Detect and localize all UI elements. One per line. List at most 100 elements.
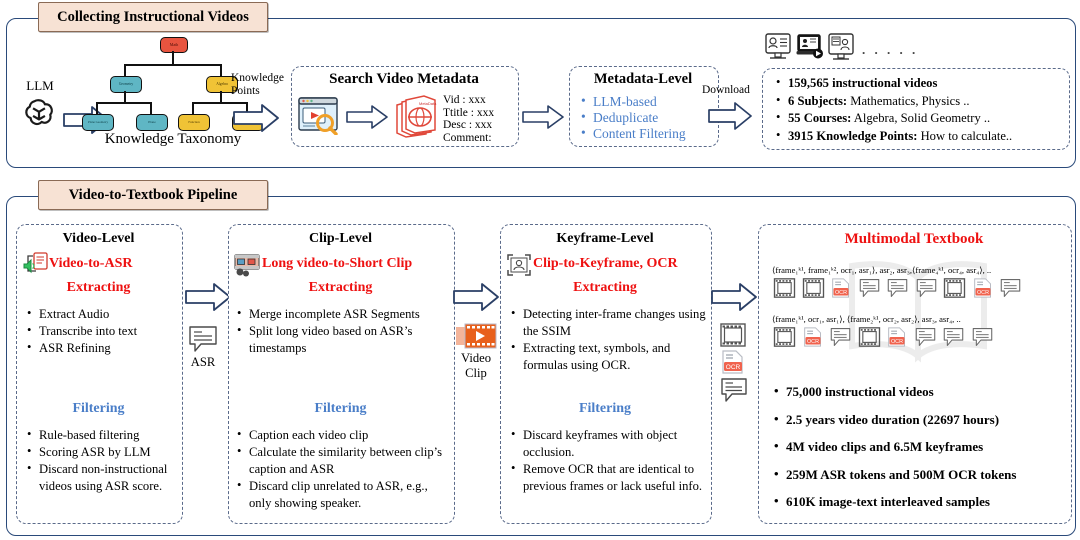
dataset-stat-item: 159,565 instructional videos bbox=[775, 74, 1067, 93]
extracting-item: Detecting inter-frame changes using the … bbox=[510, 305, 706, 340]
extracting-list-keyframe-level: Detecting inter-frame changes using the … bbox=[510, 305, 706, 374]
asr-icon bbox=[971, 327, 994, 352]
asr-icon bbox=[999, 278, 1022, 303]
dataset-stat-item: 55 Courses: Algebra, Solid Geometry .. bbox=[775, 109, 1067, 128]
openai-logo-icon bbox=[22, 96, 56, 135]
taxonomy-node-leaf-3: Function bbox=[178, 114, 210, 131]
asr-icon bbox=[915, 278, 938, 303]
filtering-label-keyframe-level: Filtering bbox=[578, 401, 632, 416]
extracting-list-video-level: Extract Audio Transcribe into text ASR R… bbox=[26, 305, 176, 357]
metadata-level-list: LLM-based Deduplicate Content Filtering bbox=[580, 93, 712, 142]
textbook-stat-item: 4M video clips and 6.5M keyframes bbox=[773, 432, 1065, 461]
extracting-item: Split long video based on ASR’s timestam… bbox=[236, 322, 450, 357]
metadata-field-desc: Desc : xxx bbox=[443, 119, 493, 132]
arrow-clip-to-keyframe bbox=[452, 282, 500, 312]
clip-to-keyframe-ocr-icon bbox=[507, 254, 531, 281]
metadata-level-item: LLM-based bbox=[580, 93, 712, 110]
metadata-level-item: Deduplicate bbox=[580, 109, 712, 126]
lecture-screen-icon bbox=[828, 33, 854, 66]
taxonomy-node-leaf-2: Plane bbox=[136, 114, 168, 131]
ocr-document-icon: OCR bbox=[720, 350, 746, 379]
arrow-to-metadata-level bbox=[521, 104, 565, 130]
filtering-list-keyframe-level: Discard keyframes with object occlusion.… bbox=[510, 426, 708, 495]
download-label: Download bbox=[702, 84, 750, 96]
frame-icon bbox=[773, 278, 796, 303]
svg-text:OCR: OCR bbox=[891, 339, 903, 345]
filmstrip-icon bbox=[720, 323, 746, 352]
arrow-to-search-metadata bbox=[232, 103, 280, 133]
extracting-item: Extract Audio bbox=[26, 305, 176, 323]
extracting-item: ASR Refining bbox=[26, 339, 176, 357]
arrow-download bbox=[707, 100, 753, 132]
textbook-icon-row-2: OCR OCR bbox=[773, 327, 1068, 352]
video-clip-filmstrip-icon bbox=[455, 323, 497, 354]
extracting-label-video-level: Extracting bbox=[66, 280, 131, 295]
frame-icon bbox=[773, 327, 796, 352]
filtering-item: Remove OCR that are identical to previou… bbox=[510, 460, 708, 495]
taxonomy-caption: Knowledge Taxonomy bbox=[104, 131, 242, 147]
svg-text:OCR: OCR bbox=[806, 339, 818, 345]
metadata-fields-list: Vid : xxx Ttitle : xxx Desc : xxx Commen… bbox=[443, 94, 517, 144]
asr-icon bbox=[886, 278, 909, 303]
video-search-browser-icon bbox=[298, 97, 340, 140]
dataset-stat-item: 3915 Knowledge Points: How to calculate.… bbox=[775, 127, 1067, 146]
stage-subtitle-keyframe-level: Clip-to-Keyframe, OCR bbox=[533, 256, 678, 271]
ocr-icon: OCR bbox=[830, 278, 852, 303]
section-tab-pipeline-label: Video-to-Textbook Pipeline bbox=[68, 186, 238, 203]
textbook-stat-item: 259M ASR tokens and 500M OCR tokens bbox=[773, 460, 1065, 489]
metadata-field-title: Ttitle : xxx bbox=[443, 106, 495, 119]
connector-label-video: Video bbox=[460, 351, 492, 365]
arrow-keyframe-to-textbook bbox=[710, 282, 758, 312]
connector-label-video-clip: Video Clip bbox=[450, 351, 502, 380]
svg-text:OCR: OCR bbox=[835, 290, 847, 296]
metadata-field-vid: Vid : xxx bbox=[443, 94, 486, 106]
textbook-stats-list: 75,000 instructional videos 2.5 years vi… bbox=[773, 377, 1065, 516]
connector-label-asr: ASR bbox=[190, 355, 216, 369]
frame-icon bbox=[943, 278, 966, 303]
arrow-video-to-clip bbox=[184, 282, 232, 312]
filtering-item: Discard non-instructional videos using A… bbox=[26, 460, 178, 495]
stage-subtitle-video-level: Video-to-ASR bbox=[49, 256, 133, 271]
metadata-documents-icon: MetaData bbox=[393, 93, 439, 144]
textbook-sequence-1: ⟨frame₁ᵏ¹, frame₁ᵏ², ocr₁, asr₁⟩, asr₂, … bbox=[772, 265, 992, 275]
dataset-stat-item: 6 Subjects: Mathematics, Physics .. bbox=[775, 92, 1067, 111]
stage-subtitle-clip-level: Long video-to-Short Clip bbox=[262, 256, 413, 271]
filtering-item: Scoring ASR by LLM bbox=[26, 443, 178, 461]
connector-label-clip: Clip bbox=[465, 365, 487, 380]
filtering-item: Discard keyframes with object occlusion. bbox=[510, 426, 708, 461]
svg-text:OCR: OCR bbox=[976, 290, 988, 296]
stage-title-keyframe-level: Keyframe-Level bbox=[556, 231, 654, 246]
textbook-icon-row-1: OCR OCR bbox=[773, 278, 1068, 303]
ocr-icon: OCR bbox=[972, 278, 994, 303]
ocr-icon: OCR bbox=[886, 327, 908, 352]
taxonomy-node-leaf-1: Plane Geometry bbox=[82, 114, 114, 131]
stage-title-video-level: Video-Level bbox=[62, 231, 135, 246]
filtering-list-video-level: Rule-based filtering Scoring ASR by LLM … bbox=[26, 426, 178, 495]
svg-text:OCR: OCR bbox=[726, 364, 741, 371]
frame-icon bbox=[802, 278, 825, 303]
extracting-label-keyframe-level: Extracting bbox=[573, 280, 637, 295]
video-to-asr-icon bbox=[23, 252, 49, 281]
metadata-level-title: Metadata-Level bbox=[593, 71, 693, 87]
arrow-browser-to-docs bbox=[345, 104, 389, 130]
filtering-list-clip-level: Caption each video clip Calculate the si… bbox=[236, 426, 452, 512]
figure-root: Collecting Instructional Videos LLM Math… bbox=[0, 0, 1080, 540]
metadata-field-comment: Comment: bbox=[443, 131, 492, 144]
filtering-item: Discard clip unrelated to ASR, e.g., onl… bbox=[236, 477, 452, 512]
asr-icon bbox=[942, 327, 965, 352]
llm-label: LLM bbox=[26, 78, 54, 93]
textbook-stat-item: 2.5 years video duration (22697 hours) bbox=[773, 405, 1065, 434]
dataset-stats-list: 159,565 instructional videos 6 Subjects:… bbox=[775, 74, 1067, 146]
asr-speech-bubble-icon bbox=[188, 325, 218, 358]
multimodal-textbook-title: Multimodal Textbook bbox=[844, 231, 984, 247]
asr-icon bbox=[829, 327, 852, 352]
asr-speech-bubble-icon-2 bbox=[720, 377, 748, 408]
extracting-list-clip-level: Merge incomplete ASR Segments Split long… bbox=[236, 305, 450, 357]
extracting-item: Transcribe into text bbox=[26, 322, 176, 340]
filtering-item: Calculate the similarity between clip’s … bbox=[236, 443, 452, 478]
textbook-stat-item: 75,000 instructional videos bbox=[773, 377, 1065, 406]
ocr-icon: OCR bbox=[802, 327, 824, 352]
filtering-label-clip-level: Filtering bbox=[314, 401, 367, 416]
long-video-to-short-clip-icon bbox=[234, 252, 262, 283]
textbook-sequence-2: ⟨frame₁ᵏ¹, ocr₁, asr₁⟩, ⟨frame₂ᵏ¹, ocr₂,… bbox=[772, 314, 961, 324]
